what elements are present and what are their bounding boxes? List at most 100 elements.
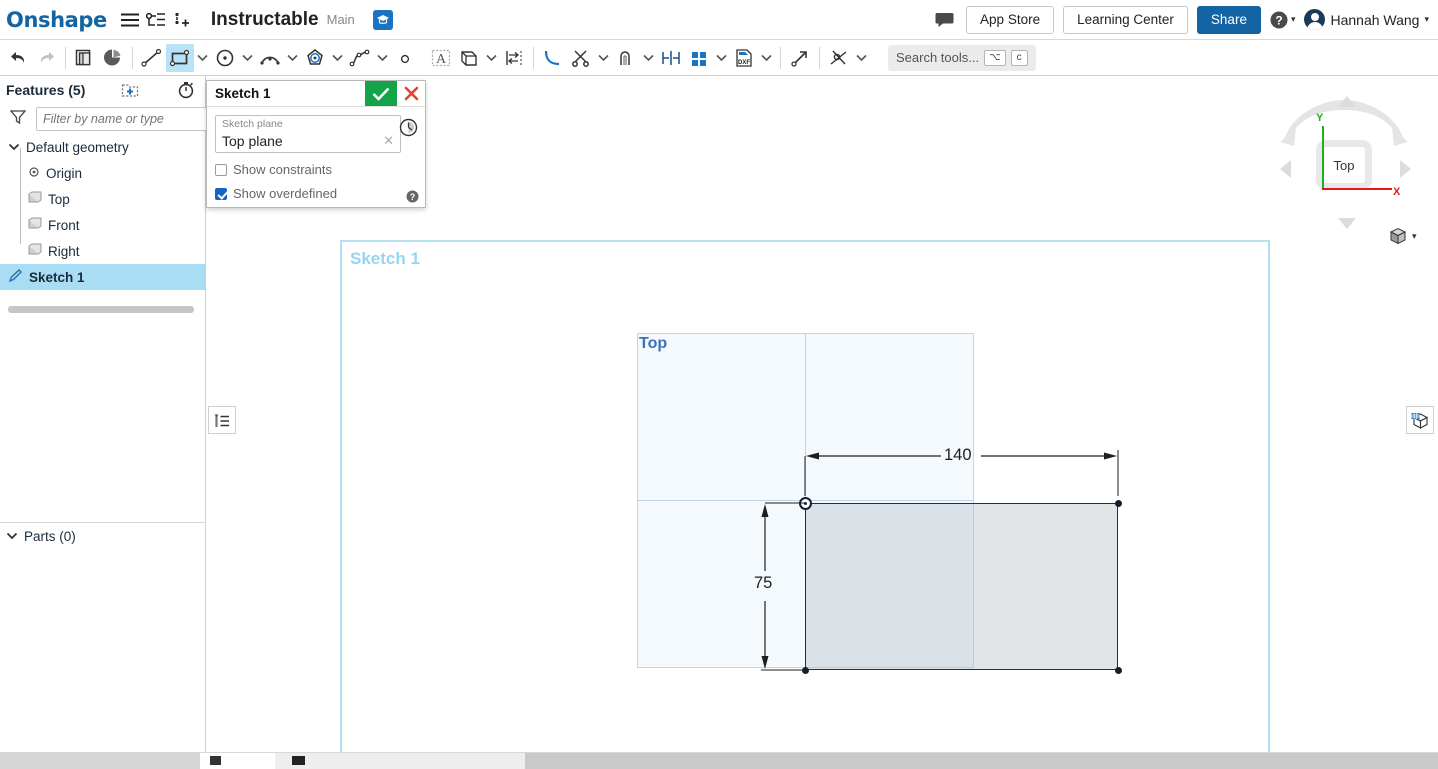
chevron-down-icon[interactable]: ▾ xyxy=(1412,231,1417,242)
show-overdefined-checkbox-row[interactable]: Show overdefined xyxy=(215,186,417,201)
tree-item-label: Front xyxy=(48,217,80,233)
undo-icon[interactable] xyxy=(4,44,32,72)
fillet-icon[interactable] xyxy=(539,44,567,72)
text-icon[interactable]: A xyxy=(427,44,455,72)
pattern-dropdown-chevron-down-icon[interactable] xyxy=(713,44,730,72)
tab-icon-part-studio[interactable] xyxy=(210,756,221,765)
spline-icon[interactable] xyxy=(346,44,374,72)
tree-item-sketch-1[interactable]: Sketch 1 xyxy=(0,264,205,290)
parts-label: Parts (0) xyxy=(24,528,76,544)
dimension-label-width[interactable]: 140 xyxy=(944,446,972,465)
mirror-icon[interactable] xyxy=(500,44,528,72)
rect-vertex-bottom-left[interactable] xyxy=(801,666,809,674)
rectangle-icon[interactable] xyxy=(166,43,194,72)
help-menu[interactable]: ? ▾ xyxy=(1270,11,1295,29)
sketch-plane-field[interactable]: Sketch plane Top plane ✕ xyxy=(215,115,401,153)
tree-item-front-plane[interactable]: Front xyxy=(0,212,205,238)
transform-icon[interactable] xyxy=(786,44,814,72)
search-tools-input[interactable]: Search tools... ⌥ c xyxy=(888,44,1036,71)
circle-icon[interactable] xyxy=(211,44,239,72)
onshape-logo[interactable]: Onshape xyxy=(6,8,107,32)
show-constraints-checkbox[interactable] xyxy=(215,163,227,176)
x-icon[interactable] xyxy=(397,81,425,106)
learning-center-button[interactable]: Learning Center xyxy=(1063,5,1188,34)
funnel-icon[interactable] xyxy=(9,109,27,130)
view-arrow-down-icon[interactable] xyxy=(1338,218,1356,229)
document-tab-strip[interactable] xyxy=(0,753,1438,769)
clear-x-icon[interactable]: ✕ xyxy=(383,133,394,149)
trim-icon[interactable] xyxy=(567,44,595,72)
document-title[interactable]: Instructable xyxy=(211,9,319,31)
sketch-shape-icon[interactable] xyxy=(99,44,127,72)
view-orientation-menu[interactable]: ▾ xyxy=(1388,226,1417,246)
rectangle-dropdown-chevron-down-icon[interactable] xyxy=(194,44,211,72)
tree-item-right-plane[interactable]: Right xyxy=(0,238,205,264)
help-icon[interactable]: ? xyxy=(406,190,419,203)
offset-dropdown-chevron-down-icon[interactable] xyxy=(640,44,657,72)
tree-item-top-plane[interactable]: Top xyxy=(0,186,205,212)
toolbar-separator xyxy=(65,46,66,69)
sketch-origin-point[interactable] xyxy=(799,497,812,510)
view-arrow-right-icon[interactable] xyxy=(1400,160,1411,178)
hamburger-icon[interactable] xyxy=(117,7,143,33)
offset-icon[interactable] xyxy=(612,44,640,72)
view-arrow-left-icon[interactable] xyxy=(1280,160,1291,178)
chevron-down-icon[interactable] xyxy=(8,140,20,155)
show-overdefined-checkbox[interactable] xyxy=(215,187,227,200)
sketch-rectangle[interactable] xyxy=(805,503,1118,670)
graduation-cap-icon[interactable] xyxy=(372,9,393,30)
view-arrow-up-icon[interactable] xyxy=(1338,96,1356,107)
clock-icon[interactable] xyxy=(397,116,419,138)
share-button[interactable]: Share xyxy=(1196,5,1261,34)
dxf-dropdown-chevron-down-icon[interactable] xyxy=(758,44,775,72)
trim-dropdown-chevron-down-icon[interactable] xyxy=(595,44,612,72)
add-folder-icon[interactable] xyxy=(119,79,141,101)
app-store-button[interactable]: App Store xyxy=(966,5,1055,34)
feature-tree-horizontal-scrollbar[interactable] xyxy=(8,306,194,313)
rect-vertex-bottom-right[interactable] xyxy=(1114,666,1122,674)
top-plane-quadrant-bl[interactable] xyxy=(637,500,806,668)
tab-strip-segment-left[interactable] xyxy=(0,753,200,769)
display-state-icon[interactable] xyxy=(1406,406,1434,434)
polygon-dropdown-chevron-down-icon[interactable] xyxy=(329,44,346,72)
arc-icon[interactable] xyxy=(256,44,284,72)
tree-item-origin[interactable]: Origin xyxy=(0,160,205,186)
pattern-icon[interactable] xyxy=(685,44,713,72)
top-plane-quadrant-tr[interactable] xyxy=(805,333,974,501)
top-bar-right-group: App Store Learning Center Share ? ▾ Hann… xyxy=(931,5,1438,34)
parts-section-header[interactable]: Parts (0) xyxy=(0,523,206,549)
line-icon[interactable] xyxy=(138,44,166,72)
use-dropdown-chevron-down-icon[interactable] xyxy=(483,44,500,72)
view-cube-face[interactable]: Top xyxy=(1316,140,1372,190)
use-projection-icon[interactable] xyxy=(455,44,483,72)
point-icon[interactable] xyxy=(391,44,419,72)
polygon-icon[interactable] xyxy=(301,44,329,72)
feature-filter-input[interactable] xyxy=(36,107,213,131)
constraint-dropdown-chevron-down-icon[interactable] xyxy=(853,44,870,72)
redo-icon[interactable] xyxy=(32,44,60,72)
dxf-import-icon[interactable]: DXF xyxy=(730,44,758,72)
tab-icon-assembly[interactable] xyxy=(292,756,305,765)
copy-icon[interactable] xyxy=(71,44,99,72)
show-constraints-checkbox-row[interactable]: Show constraints xyxy=(215,162,417,177)
tree-item-default-geometry[interactable]: Default geometry xyxy=(0,134,205,160)
chevron-down-icon[interactable] xyxy=(6,529,18,544)
sketch-list-icon[interactable] xyxy=(208,406,236,434)
dimension-icon[interactable] xyxy=(657,44,685,72)
check-icon[interactable] xyxy=(365,81,397,106)
constraint-icon[interactable] xyxy=(825,44,853,72)
view-cube[interactable]: Top Y X ▾ xyxy=(1274,84,1417,246)
comment-icon[interactable] xyxy=(931,7,957,33)
top-plane-quadrant-tl[interactable] xyxy=(637,333,806,501)
rect-vertex-top-right[interactable] xyxy=(1114,499,1122,507)
plane-icon xyxy=(28,243,42,259)
insert-version-icon[interactable] xyxy=(169,7,195,33)
dimension-label-height[interactable]: 75 xyxy=(754,574,772,593)
stopwatch-icon[interactable] xyxy=(175,79,197,101)
user-menu[interactable]: Hannah Wang ▾ xyxy=(1304,9,1429,30)
tab-strip-segment-tab[interactable] xyxy=(275,753,525,769)
version-graph-icon[interactable] xyxy=(143,7,169,33)
circle-dropdown-chevron-down-icon[interactable] xyxy=(239,44,256,72)
arc-dropdown-chevron-down-icon[interactable] xyxy=(284,44,301,72)
spline-dropdown-chevron-down-icon[interactable] xyxy=(374,44,391,72)
